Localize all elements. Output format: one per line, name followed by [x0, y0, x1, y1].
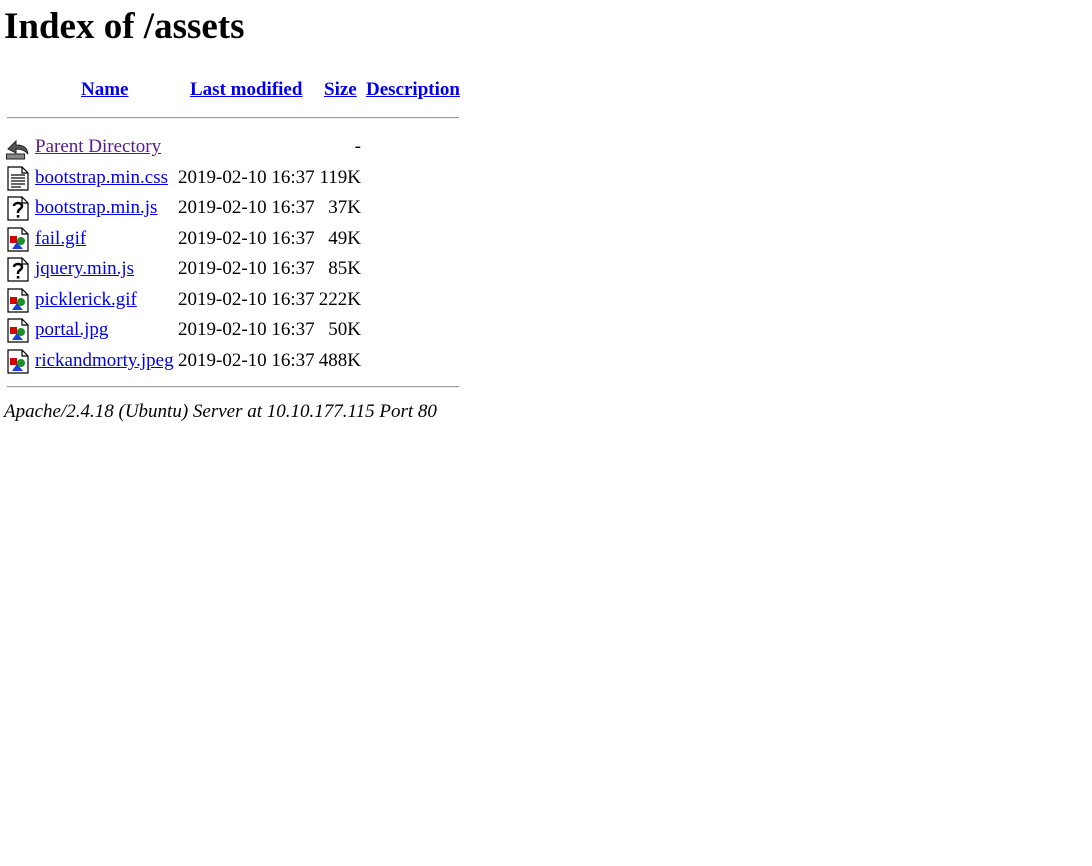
file-date: 2019-02-10 16:37 — [178, 350, 315, 371]
image-file-icon[interactable] — [6, 318, 30, 343]
file-date: 2019-02-10 16:37 — [178, 167, 315, 188]
file-size: 119K — [319, 167, 361, 188]
file-size: - — [354, 136, 361, 157]
file-link[interactable]: portal.jpg — [35, 318, 108, 342]
file-link[interactable]: jquery.min.js — [35, 257, 134, 281]
file-size: 37K — [328, 197, 361, 218]
file-size: 222K — [318, 289, 361, 310]
page-title: Index of /assets — [4, 6, 245, 47]
file-date: 2019-02-10 16:37 — [178, 319, 315, 340]
image-file-icon[interactable] — [6, 227, 30, 252]
footer-divider — [7, 386, 459, 388]
text-file-icon[interactable] — [6, 166, 30, 191]
table-row: bootstrap.min.css 2019-02-10 16:37 119K — [0, 163, 470, 193]
file-size: 49K — [328, 228, 361, 249]
file-date: 2019-02-10 16:37 — [178, 289, 315, 310]
parent-directory-link[interactable]: Parent Directory — [35, 135, 161, 159]
file-link[interactable]: picklerick.gif — [35, 288, 137, 312]
unknown-file-icon[interactable] — [6, 257, 30, 282]
table-row: fail.gif 2019-02-10 16:37 49K — [0, 224, 470, 254]
file-size: 85K — [328, 258, 361, 279]
server-signature: Apache/2.4.18 (Ubuntu) Server at 10.10.1… — [4, 401, 437, 422]
sort-by-description-link[interactable]: Description — [366, 78, 460, 102]
header-divider — [7, 117, 459, 119]
sort-by-last-modified-link[interactable]: Last modified — [190, 78, 302, 102]
table-row: bootstrap.min.js 2019-02-10 16:37 37K — [0, 193, 470, 223]
table-row: picklerick.gif 2019-02-10 16:37 222K — [0, 285, 470, 315]
file-date: 2019-02-10 16:37 — [178, 228, 315, 249]
file-link[interactable]: fail.gif — [35, 227, 86, 251]
image-file-icon[interactable] — [6, 349, 30, 374]
file-link[interactable]: bootstrap.min.css — [35, 166, 168, 190]
file-date: 2019-02-10 16:37 — [178, 197, 315, 218]
file-link[interactable]: bootstrap.min.js — [35, 196, 157, 220]
sort-by-size-link[interactable]: Size — [324, 78, 357, 102]
file-size: 50K — [328, 319, 361, 340]
table-row: Parent Directory - — [0, 132, 470, 162]
file-link[interactable]: rickandmorty.jpeg — [35, 349, 174, 373]
back-icon[interactable] — [6, 135, 30, 160]
image-file-icon[interactable] — [6, 288, 30, 313]
table-row: portal.jpg 2019-02-10 16:37 50K — [0, 315, 470, 345]
table-row: jquery.min.js 2019-02-10 16:37 85K — [0, 254, 470, 284]
file-date: 2019-02-10 16:37 — [178, 258, 315, 279]
sort-by-name-link[interactable]: Name — [81, 78, 128, 102]
file-size: 488K — [318, 350, 361, 371]
unknown-file-icon[interactable] — [6, 196, 30, 221]
table-row: rickandmorty.jpeg 2019-02-10 16:37 488K — [0, 346, 470, 376]
